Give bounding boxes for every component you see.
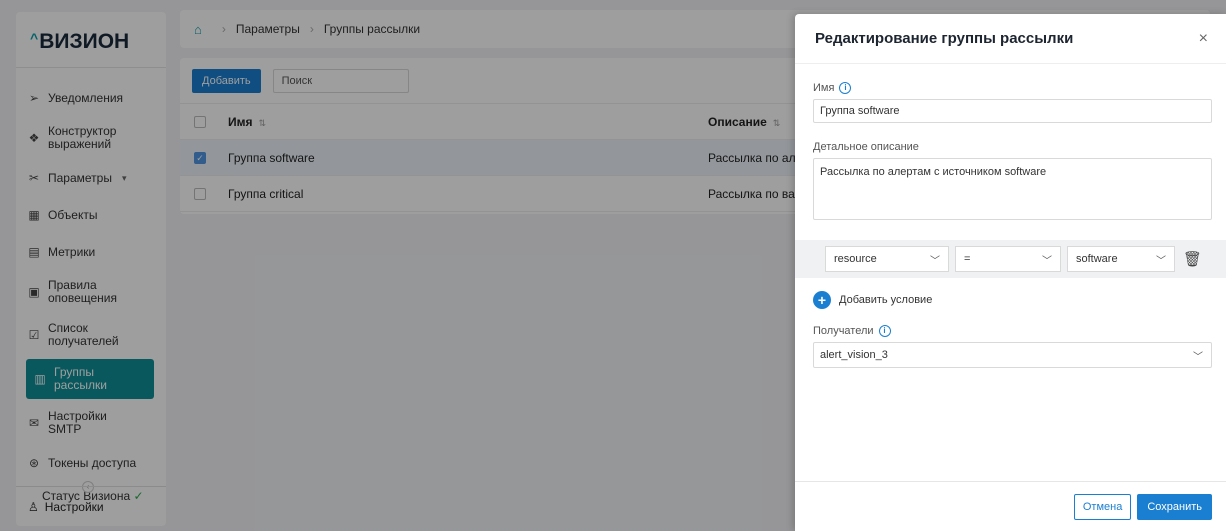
name-label-text: Имя [813,82,835,94]
drawer-title: Редактирование группы рассылки [815,30,1074,47]
condition-operator-select[interactable]: = ﹀ [955,246,1061,272]
add-condition-button[interactable]: + Добавить условие [813,291,1212,309]
drawer-footer: Отмена Сохранить [795,481,1226,531]
name-label: Имя i [813,82,1212,94]
close-icon[interactable]: × [1199,30,1208,48]
cancel-button[interactable]: Отмена [1073,493,1132,520]
plus-icon: + [813,291,831,309]
name-field[interactable]: Группа software [813,99,1212,123]
condition-value-select[interactable]: software ﹀ [1067,246,1175,272]
chevron-down-icon: ﹀ [1042,255,1052,267]
condition-field-select[interactable]: resource ﹀ [825,246,949,272]
drawer-header: Редактирование группы рассылки × [795,14,1226,64]
save-button[interactable]: Сохранить [1137,493,1212,520]
recipients-label: Получатели i [813,325,1212,337]
chevron-down-icon: ﹀ [1193,351,1203,363]
description-field[interactable]: Рассылка по алертам с источником softwar… [813,158,1212,220]
recipients-select[interactable]: alert_vision_3 ﹀ [813,342,1212,368]
description-label: Детальное описание [813,141,919,153]
edit-group-drawer: Редактирование группы рассылки × Имя i Гр… [795,14,1226,531]
condition-field-value: resource [834,253,877,265]
add-condition-label: Добавить условие [839,294,933,306]
trash-icon[interactable]: 🗑 [1183,250,1202,268]
chevron-down-icon: ﹀ [1156,255,1166,267]
condition-row: resource ﹀ = ﹀ software ﹀ 🗑 [795,240,1226,278]
recipients-value: alert_vision_3 [820,349,888,361]
info-icon[interactable]: i [839,82,852,94]
chevron-down-icon: ﹀ [930,255,940,267]
info-icon[interactable]: i [878,325,891,337]
condition-operator-value: = [964,253,971,265]
condition-value-value: software [1076,253,1118,265]
recipients-label-text: Получатели [813,325,874,337]
drawer-body: Имя i Группа software Детальное описание … [795,82,1226,368]
